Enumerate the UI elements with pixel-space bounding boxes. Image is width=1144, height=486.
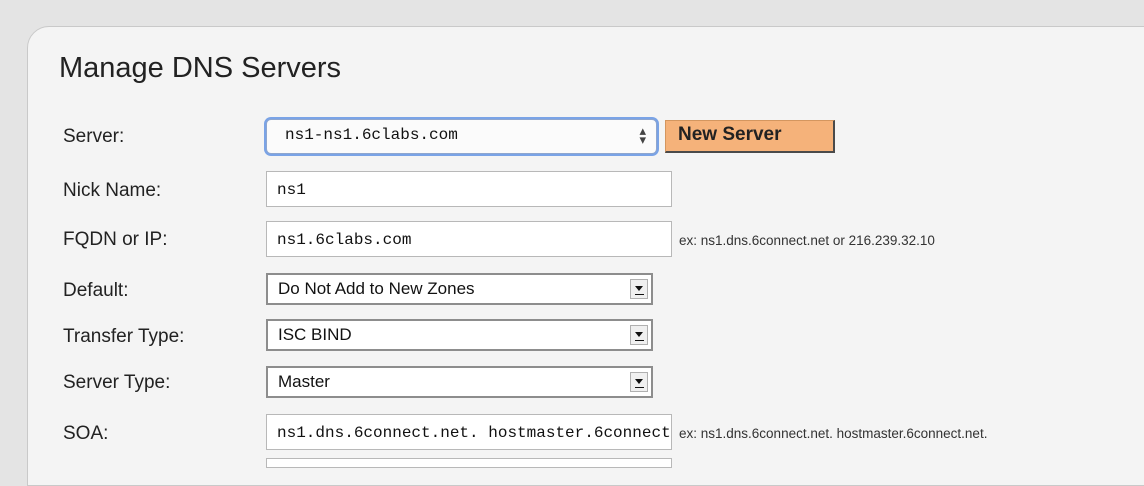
nick-name-label: Nick Name:	[63, 180, 162, 201]
soa-label: SOA:	[63, 423, 109, 444]
transfer-type-select[interactable]: ISC BIND	[266, 319, 653, 351]
server-type-select[interactable]: Master	[266, 366, 653, 398]
fqdn-input[interactable]: ns1.6clabs.com	[266, 221, 672, 257]
server-type-label: Server Type:	[63, 372, 171, 393]
dropdown-arrow-icon	[630, 325, 648, 345]
dropdown-arrow-icon	[630, 279, 648, 299]
server-select[interactable]: ns1-ns1.6clabs.com ▴ ▾	[266, 119, 657, 154]
transfer-type-select-value: ISC BIND	[278, 325, 352, 344]
fqdn-label: FQDN or IP:	[63, 229, 168, 250]
server-type-select-value: Master	[278, 372, 330, 391]
soa-hint: ex: ns1.dns.6connect.net. hostmaster.6co…	[679, 426, 988, 441]
nick-name-input[interactable]: ns1	[266, 171, 672, 207]
next-field-input[interactable]	[266, 458, 672, 468]
fqdn-hint: ex: ns1.dns.6connect.net or 216.239.32.1…	[679, 233, 935, 248]
transfer-type-label: Transfer Type:	[63, 326, 185, 347]
up-down-arrows-icon: ▴ ▾	[639, 124, 646, 148]
default-select[interactable]: Do Not Add to New Zones	[266, 273, 653, 305]
default-label: Default:	[63, 280, 129, 301]
default-select-value: Do Not Add to New Zones	[278, 279, 475, 298]
new-server-button[interactable]: New Server	[665, 120, 835, 153]
soa-input[interactable]: ns1.dns.6connect.net. hostmaster.6connec…	[266, 414, 672, 450]
dropdown-arrow-icon	[630, 372, 648, 392]
page-title: Manage DNS Servers	[59, 52, 342, 84]
server-label: Server:	[63, 126, 125, 147]
server-select-value: ns1-ns1.6clabs.com	[285, 126, 458, 144]
